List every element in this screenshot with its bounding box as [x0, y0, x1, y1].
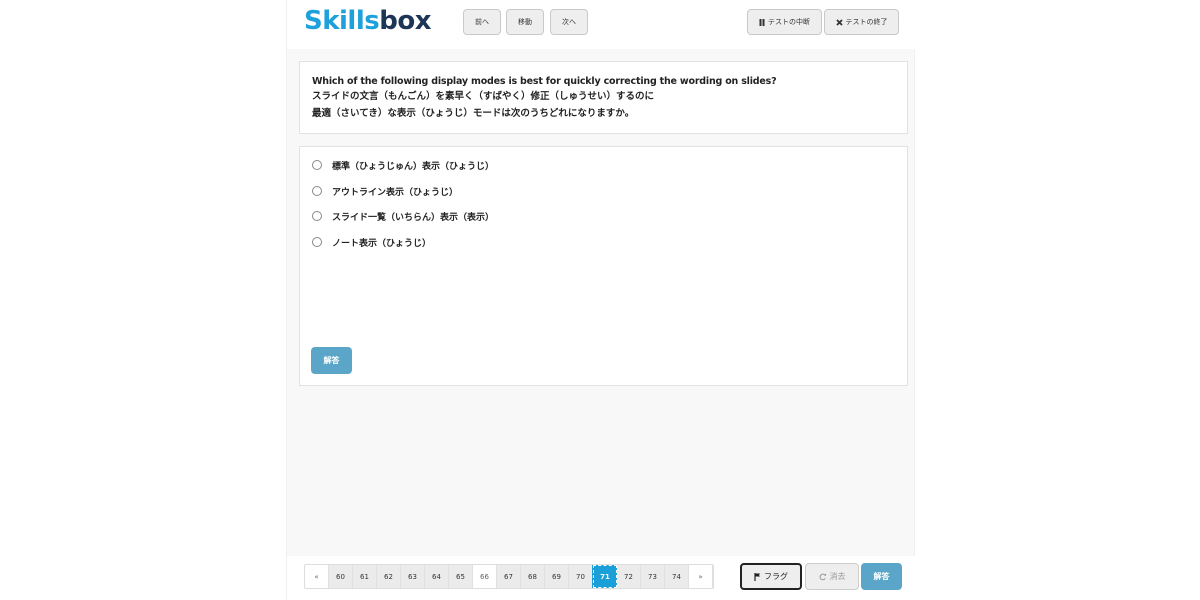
answer-button[interactable]: 解答 — [311, 347, 352, 374]
page-61[interactable]: 61 — [353, 565, 377, 588]
next-button[interactable]: 次へ — [550, 9, 588, 35]
option-2-label: アウトライン表示（ひょうじ） — [332, 187, 459, 198]
pagination-next[interactable]: » — [689, 565, 713, 588]
option-1-label: 標準（ひょうじゅん）表示（ひょうじ） — [332, 161, 495, 172]
option-1[interactable]: 標準（ひょうじゅん）表示（ひょうじ） — [312, 158, 494, 172]
question-japanese-line1: スライドの文言（もんごん）を素早く（すばやく）修正（しゅうせい）するのに — [312, 91, 655, 102]
next-button-label: 次へ — [562, 18, 576, 26]
option-3-label: スライド一覧（いちらん）表示（表示） — [332, 212, 495, 223]
answer-panel: 標準（ひょうじゅん）表示（ひょうじ） アウトライン表示（ひょうじ） スライド一覧… — [299, 146, 908, 386]
pause-test-label: テストの中断 — [768, 18, 810, 26]
option-4[interactable]: ノート表示（ひょうじ） — [312, 235, 431, 249]
logo: Skillsbox — [304, 6, 431, 36]
pause-icon — [759, 18, 765, 26]
option-3-radio[interactable] — [312, 211, 322, 221]
page-60[interactable]: 60 — [329, 565, 353, 588]
page-64[interactable]: 64 — [425, 565, 449, 588]
question-english: Which of the following display modes is … — [312, 76, 777, 87]
pagination-prev[interactable]: « — [305, 565, 329, 588]
answer-button-label: 解答 — [323, 356, 340, 365]
end-test-button[interactable]: テストの終了 — [824, 9, 899, 35]
page-67[interactable]: 67 — [497, 565, 521, 588]
flag-label: フラグ — [764, 572, 788, 581]
logo-box: box — [379, 6, 431, 36]
flag-icon — [754, 572, 761, 581]
refresh-icon — [819, 573, 827, 581]
footer: «60 61 62 63 64 65 66 67 68 69 70 71 72 73 74» フラグ 消去 … — [287, 556, 916, 600]
page-70[interactable]: 70 — [569, 565, 593, 588]
page-74[interactable]: 74 — [665, 565, 689, 588]
flag-button[interactable]: フラグ — [740, 563, 802, 590]
close-icon — [835, 18, 843, 26]
page-63[interactable]: 63 — [401, 565, 425, 588]
move-button-label: 移動 — [518, 18, 532, 26]
option-2[interactable]: アウトライン表示（ひょうじ） — [312, 184, 458, 198]
question-panel: Which of the following display modes is … — [299, 61, 908, 134]
end-test-label: テストの終了 — [845, 18, 888, 26]
prev-button[interactable]: 前へ — [463, 9, 501, 35]
option-3[interactable]: スライド一覧（いちらん）表示（表示） — [312, 209, 494, 223]
logo-skills: Skills — [304, 6, 380, 36]
prev-button-label: 前へ — [475, 18, 489, 26]
option-1-radio[interactable] — [312, 160, 322, 170]
option-4-label: ノート表示（ひょうじ） — [332, 238, 432, 249]
question-japanese-line2: 最適（さいてき）な表示（ひょうじ）モードは次のうちどれになりますか。 — [312, 108, 635, 119]
page-62[interactable]: 62 — [377, 565, 401, 588]
header: Skillsbox 前へ 移動 次へ テストの中断 テストの終了 — [287, 0, 916, 49]
page-72[interactable]: 72 — [617, 565, 641, 588]
page-69[interactable]: 69 — [545, 565, 569, 588]
page-68[interactable]: 68 — [521, 565, 545, 588]
option-2-radio[interactable] — [312, 186, 322, 196]
question-pagination: «60 61 62 63 64 65 66 67 68 69 70 71 72 73 74» — [304, 564, 714, 589]
test-app: Skillsbox 前へ 移動 次へ テストの中断 テストの終了 Which o… — [286, 0, 916, 600]
pause-test-button[interactable]: テストの中断 — [747, 9, 822, 35]
move-button[interactable]: 移動 — [506, 9, 544, 35]
page-71[interactable]: 71 — [592, 565, 618, 588]
erase-button[interactable]: 消去 — [805, 563, 859, 590]
page-73[interactable]: 73 — [641, 565, 665, 588]
submit-label: 解答 — [873, 572, 890, 581]
option-4-radio[interactable] — [312, 237, 322, 247]
submit-button[interactable]: 解答 — [861, 563, 902, 590]
erase-label: 消去 — [829, 572, 846, 581]
page-66[interactable]: 66 — [473, 565, 497, 588]
page-65[interactable]: 65 — [449, 565, 473, 588]
